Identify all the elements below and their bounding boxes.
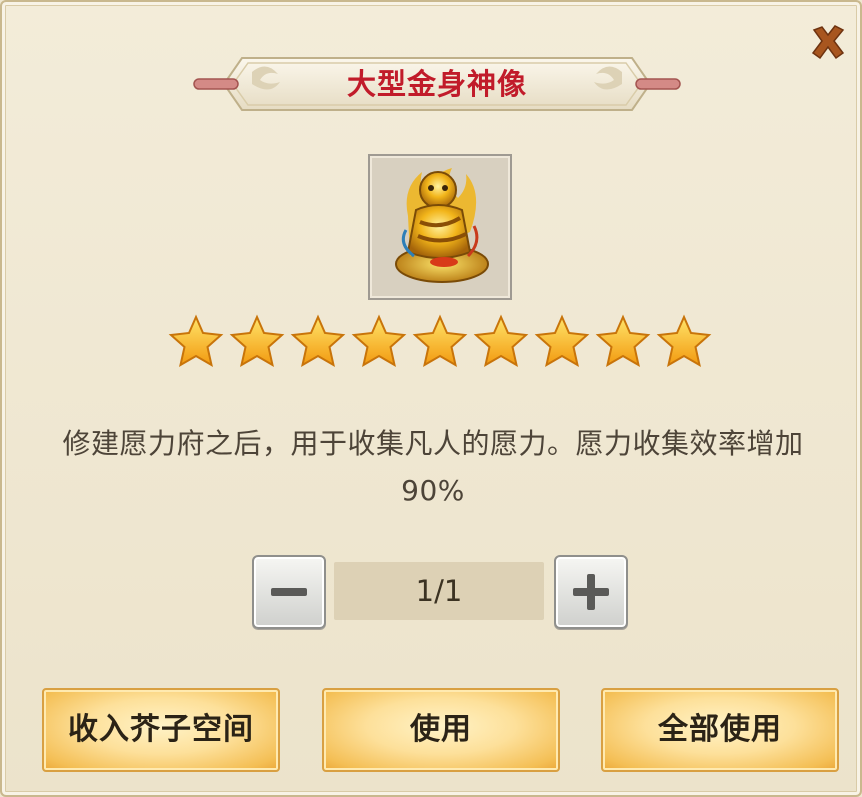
star-icon	[412, 314, 468, 368]
use-label: 使用	[410, 712, 472, 747]
store-to-space-button[interactable]: 收入芥子空间	[42, 688, 280, 772]
close-icon[interactable]	[808, 22, 848, 62]
star-icon	[534, 314, 590, 368]
item-detail-dialog: 大型金身神像 修建愿力府之后，用于收集凡人的愿力。愿力收集效率增加90% 1/1…	[0, 0, 862, 797]
use-button[interactable]: 使用	[322, 688, 560, 772]
star-icon	[595, 314, 651, 368]
minus-icon	[271, 588, 307, 596]
item-description: 修建愿力府之后，用于收集凡人的愿力。愿力收集效率增加90%	[62, 427, 804, 507]
star-icon	[229, 314, 285, 368]
item-slot	[368, 154, 512, 300]
star-icon	[351, 314, 407, 368]
golden-statue-icon	[395, 168, 489, 283]
decrease-button[interactable]	[252, 555, 326, 629]
use-all-label: 全部使用	[658, 712, 782, 747]
star-rating	[168, 314, 714, 370]
star-icon	[168, 314, 224, 368]
star-icon	[473, 314, 529, 368]
quantity-display: 1/1	[334, 562, 544, 620]
use-all-button[interactable]: 全部使用	[601, 688, 839, 772]
store-to-space-label: 收入芥子空间	[68, 712, 254, 747]
dialog-title: 大型金身神像	[346, 67, 527, 101]
increase-button[interactable]	[554, 555, 628, 629]
star-icon	[656, 314, 712, 368]
plus-icon	[573, 574, 609, 610]
star-icon	[290, 314, 346, 368]
title-banner: 大型金身神像	[192, 52, 682, 116]
